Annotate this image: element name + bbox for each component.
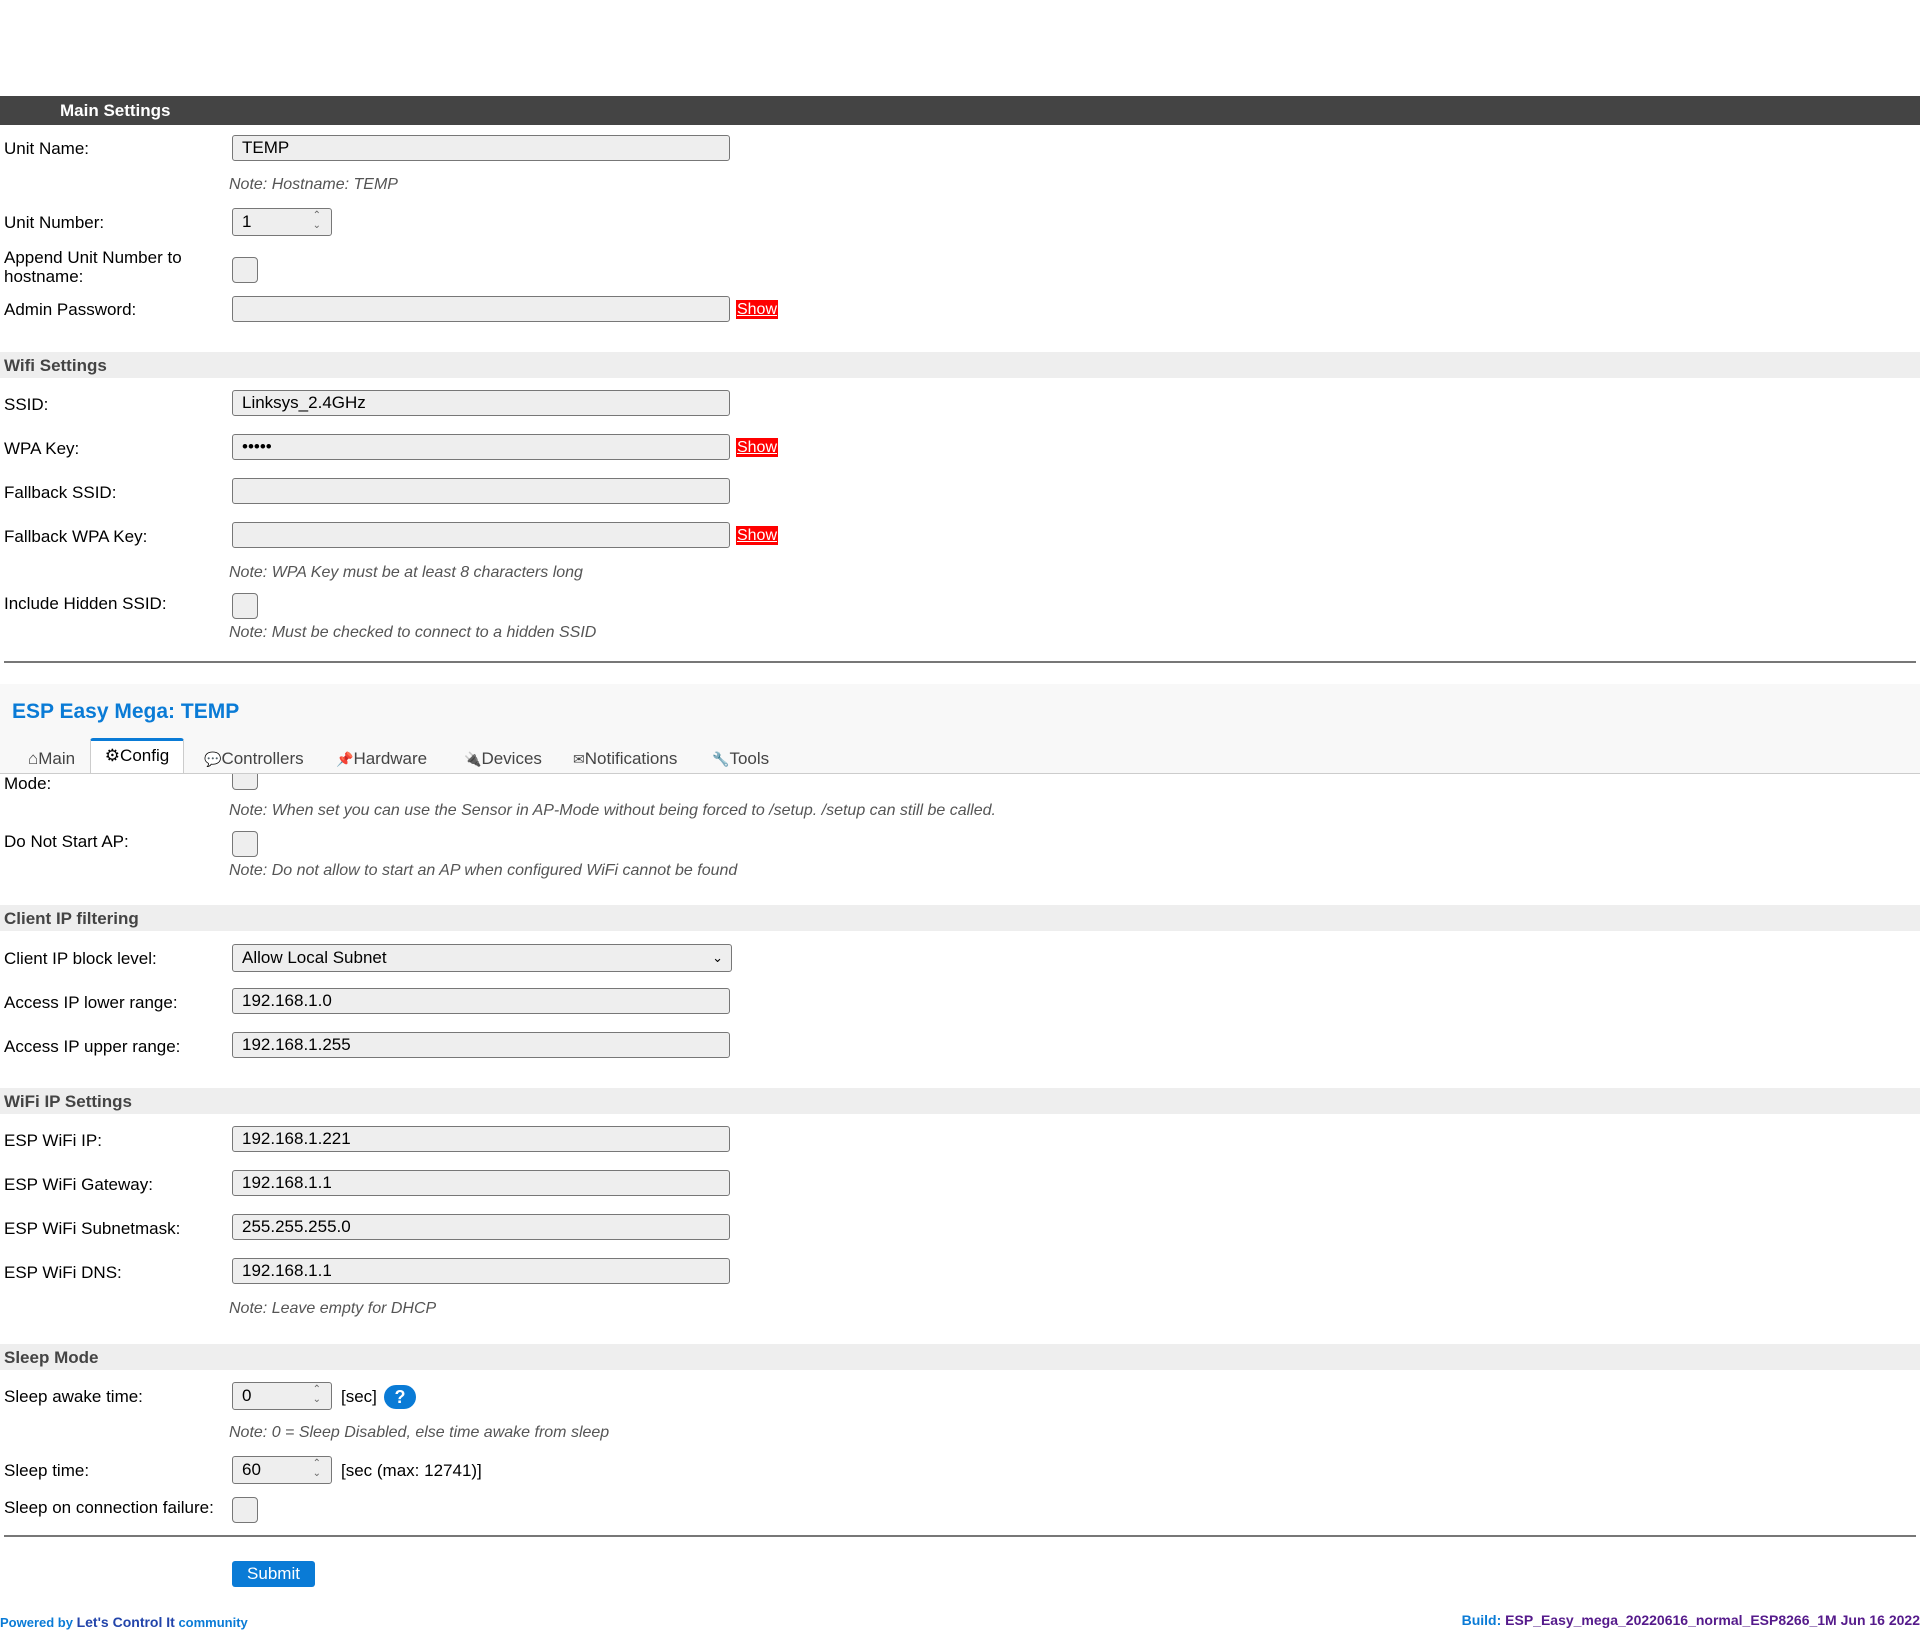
tab-tools[interactable]: 🔧Tools bbox=[712, 746, 769, 772]
hidden-ssid-note: Note: Must be checked to connect to a hi… bbox=[229, 624, 597, 641]
community-link[interactable]: Let's Control It bbox=[77, 1614, 175, 1630]
divider bbox=[4, 1535, 1916, 1537]
esp-wifi-subnetmask-label: ESP WiFi Subnetmask: bbox=[4, 1219, 181, 1238]
pushpin-icon: 📌 bbox=[336, 751, 354, 767]
spinner-icon[interactable]: ⌃ ⌄ bbox=[313, 1385, 321, 1405]
ap-mode-label: Mode: bbox=[4, 774, 52, 793]
tab-main[interactable]: ⌂Main bbox=[28, 746, 75, 772]
show-wpa-key-button[interactable]: Show bbox=[736, 438, 778, 457]
append-unit-number-label: Append Unit Number to hostname: bbox=[4, 248, 182, 286]
page-title: ESP Easy Mega: TEMP bbox=[12, 700, 240, 723]
esp-wifi-ip-input[interactable]: 192.168.1.221 bbox=[232, 1126, 730, 1152]
access-ip-upper-label: Access IP upper range: bbox=[4, 1037, 181, 1056]
fallback-wpa-key-input[interactable] bbox=[232, 522, 730, 548]
hidden-ssid-checkbox[interactable] bbox=[232, 593, 258, 619]
unit-number-label: Unit Number: bbox=[4, 213, 105, 232]
chevron-down-icon: ⌄ bbox=[712, 950, 723, 965]
sleep-time-input[interactable]: 60 ⌃ ⌄ bbox=[232, 1456, 332, 1484]
wifi-ip-settings-header: WiFi IP Settings bbox=[0, 1088, 1920, 1114]
submit-button[interactable]: Submit bbox=[232, 1561, 315, 1587]
ssid-input[interactable]: Linksys_2.4GHz bbox=[232, 390, 730, 416]
ap-mode-note: Note: When set you can use the Sensor in… bbox=[229, 802, 996, 819]
wrench-icon: 🔧 bbox=[712, 751, 730, 767]
divider bbox=[4, 661, 1916, 663]
dhcp-note: Note: Leave empty for DHCP bbox=[229, 1300, 437, 1317]
build-version: ESP_Easy_mega_20220616_normal_ESP8266_1M… bbox=[1505, 1612, 1920, 1628]
esp-wifi-gateway-label: ESP WiFi Gateway: bbox=[4, 1175, 153, 1194]
unit-name-input[interactable]: TEMP bbox=[232, 135, 730, 161]
spinner-icon[interactable]: ⌃ ⌄ bbox=[313, 1459, 321, 1479]
sleep-awake-time-input[interactable]: 0 ⌃ ⌄ bbox=[232, 1382, 332, 1410]
hidden-ssid-label: Include Hidden SSID: bbox=[4, 594, 167, 613]
wifi-settings-header: Wifi Settings bbox=[0, 352, 1920, 378]
esp-wifi-dns-input[interactable]: 192.168.1.1 bbox=[232, 1258, 730, 1284]
do-not-start-ap-note: Note: Do not allow to start an AP when c… bbox=[229, 862, 738, 879]
main-settings-header: Main Settings bbox=[0, 96, 1920, 125]
speech-bubble-icon: 💬 bbox=[204, 751, 222, 767]
do-not-start-ap-checkbox[interactable] bbox=[232, 831, 258, 857]
spinner-icon[interactable]: ⌃ ⌄ bbox=[313, 211, 321, 231]
sleep-on-failure-checkbox[interactable] bbox=[232, 1497, 258, 1523]
esp-wifi-gateway-input[interactable]: 192.168.1.1 bbox=[232, 1170, 730, 1196]
access-ip-upper-input[interactable]: 192.168.1.255 bbox=[232, 1032, 730, 1058]
client-ip-filtering-header: Client IP filtering bbox=[0, 905, 1920, 931]
wpa-key-input[interactable]: ••••• bbox=[232, 434, 730, 460]
access-ip-lower-input[interactable]: 192.168.1.0 bbox=[232, 988, 730, 1014]
sleep-time-label: Sleep time: bbox=[4, 1461, 90, 1480]
tab-controllers[interactable]: 💬Controllers bbox=[204, 746, 304, 772]
fallback-ssid-label: Fallback SSID: bbox=[4, 483, 117, 502]
client-ip-block-level-label: Client IP block level: bbox=[4, 949, 157, 968]
show-admin-password-button[interactable]: Show bbox=[736, 300, 778, 319]
sleep-awake-time-label: Sleep awake time: bbox=[4, 1387, 143, 1406]
append-unit-number-checkbox[interactable] bbox=[232, 257, 258, 283]
esp-wifi-subnetmask-input[interactable]: 255.255.255.0 bbox=[232, 1214, 730, 1240]
tab-devices[interactable]: 🔌Devices bbox=[464, 746, 542, 772]
access-ip-lower-label: Access IP lower range: bbox=[4, 993, 178, 1012]
client-ip-block-level-select[interactable]: Allow Local Subnet ⌄ bbox=[232, 944, 732, 972]
sleep-mode-header: Sleep Mode bbox=[0, 1344, 1920, 1370]
sleep-awake-note: Note: 0 = Sleep Disabled, else time awak… bbox=[229, 1424, 610, 1441]
unit-number-value: 1 bbox=[242, 212, 252, 231]
ssid-label: SSID: bbox=[4, 395, 49, 414]
sleep-time-unit: [sec (max: 12741)] bbox=[341, 1461, 482, 1480]
help-icon[interactable]: ? bbox=[384, 1385, 416, 1409]
footer-powered-by: Powered by Let's Control It community bbox=[0, 1614, 248, 1630]
plug-icon: 🔌 bbox=[464, 751, 482, 767]
esp-wifi-ip-label: ESP WiFi IP: bbox=[4, 1131, 102, 1150]
tab-config[interactable]: ⚙Config bbox=[90, 738, 184, 774]
client-ip-block-level-value: Allow Local Subnet bbox=[242, 948, 387, 967]
tab-baseline bbox=[0, 773, 1920, 774]
tab-hardware[interactable]: 📌Hardware bbox=[336, 746, 427, 772]
fallback-wpa-key-label: Fallback WPA Key: bbox=[4, 527, 148, 546]
ap-mode-checkbox[interactable] bbox=[232, 774, 258, 790]
hostname-note: Note: Hostname: TEMP bbox=[229, 176, 398, 193]
admin-password-input[interactable] bbox=[232, 296, 730, 322]
footer-build: Build: ESP_Easy_mega_20220616_normal_ESP… bbox=[1461, 1612, 1920, 1628]
sleep-time-value: 60 bbox=[242, 1460, 261, 1479]
sleep-on-failure-label: Sleep on connection failure: bbox=[4, 1498, 214, 1517]
wpa-key-note: Note: WPA Key must be at least 8 charact… bbox=[229, 564, 583, 581]
show-fallback-wpa-key-button[interactable]: Show bbox=[736, 526, 778, 545]
wpa-key-label: WPA Key: bbox=[4, 439, 80, 458]
sleep-awake-time-value: 0 bbox=[242, 1386, 252, 1405]
envelope-icon: ✉ bbox=[573, 751, 585, 767]
do-not-start-ap-label: Do Not Start AP: bbox=[4, 832, 129, 851]
unit-name-label: Unit Name: bbox=[4, 139, 90, 158]
sleep-awake-unit: [sec] bbox=[341, 1387, 377, 1406]
esp-wifi-dns-label: ESP WiFi DNS: bbox=[4, 1263, 122, 1282]
tab-notifications[interactable]: ✉Notifications bbox=[573, 746, 677, 772]
unit-number-input[interactable]: 1 ⌃ ⌄ bbox=[232, 208, 332, 236]
fallback-ssid-input[interactable] bbox=[232, 478, 730, 504]
admin-password-label: Admin Password: bbox=[4, 300, 137, 319]
